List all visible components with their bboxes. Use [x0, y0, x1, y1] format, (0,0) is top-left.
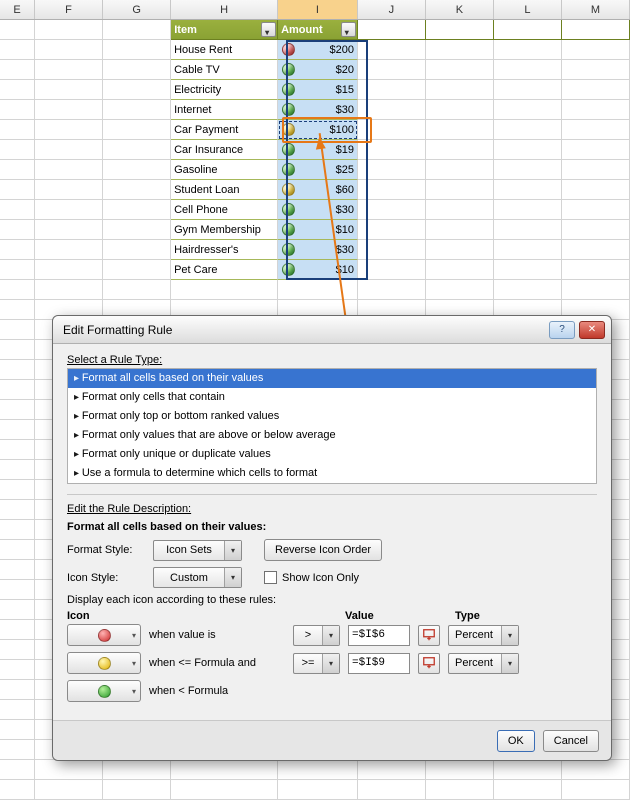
- rule1-icon-dropdown[interactable]: [67, 624, 141, 646]
- rule-type-item[interactable]: Format all cells based on their values: [68, 369, 596, 388]
- cancel-button[interactable]: Cancel: [543, 730, 599, 752]
- rule-type-item[interactable]: Use a formula to determine which cells t…: [68, 464, 596, 483]
- item-cell[interactable]: Hairdresser's: [171, 240, 278, 260]
- filter-dropdown-icon[interactable]: [261, 22, 276, 37]
- icon-style-label: Icon Style:: [67, 572, 147, 584]
- format-style-label: Format Style:: [67, 544, 147, 556]
- amount-cell[interactable]: $100: [278, 120, 358, 140]
- amount-cell[interactable]: $15: [278, 80, 358, 100]
- item-cell[interactable]: Gym Membership: [171, 220, 278, 240]
- rule2-type-dropdown[interactable]: Percent: [448, 653, 519, 674]
- show-icon-only-label: Show Icon Only: [282, 572, 359, 584]
- traffic-light-icon: [282, 143, 295, 156]
- col-g[interactable]: G: [103, 0, 171, 19]
- traffic-light-icon: [282, 163, 295, 176]
- rule-type-list[interactable]: Format all cells based on their values F…: [67, 368, 597, 484]
- rule1-value-input[interactable]: [348, 625, 410, 646]
- item-cell[interactable]: Car Payment: [171, 120, 278, 140]
- amount-cell[interactable]: $30: [278, 100, 358, 120]
- item-cell[interactable]: House Rent: [171, 40, 278, 60]
- item-cell[interactable]: Student Loan: [171, 180, 278, 200]
- traffic-light-icon: [282, 83, 295, 96]
- col-l[interactable]: L: [494, 0, 562, 19]
- rule-type-item[interactable]: Format only cells that contain: [68, 388, 596, 407]
- icon-style-dropdown[interactable]: Custom: [153, 567, 242, 588]
- display-each-icon-label: Display each icon according to these rul…: [67, 594, 597, 606]
- format-all-cells-label: Format all cells based on their values:: [67, 521, 597, 533]
- table-header-item[interactable]: Item: [171, 20, 278, 40]
- edit-rule-description-label: Edit the Rule Description:: [67, 503, 597, 515]
- traffic-light-icon: [282, 223, 295, 236]
- format-style-dropdown[interactable]: Icon Sets: [153, 540, 242, 561]
- reverse-icon-order-button[interactable]: Reverse Icon Order: [264, 539, 382, 561]
- rule2-when-text: when <= Formula and: [149, 657, 285, 669]
- amount-cell[interactable]: $200: [278, 40, 358, 60]
- item-cell[interactable]: Gasoline: [171, 160, 278, 180]
- amount-cell[interactable]: $10: [278, 220, 358, 240]
- rule1-operator-dropdown[interactable]: >: [293, 625, 340, 646]
- item-cell[interactable]: Internet: [171, 100, 278, 120]
- col-h[interactable]: H: [171, 0, 278, 19]
- amount-cell[interactable]: $25: [278, 160, 358, 180]
- traffic-light-icon: [282, 183, 295, 196]
- item-cell[interactable]: Car Insurance: [171, 140, 278, 160]
- traffic-light-icon: [282, 103, 295, 116]
- item-cell[interactable]: Electricity: [171, 80, 278, 100]
- rule2-value-input[interactable]: [348, 653, 410, 674]
- amount-cell[interactable]: $30: [278, 240, 358, 260]
- item-cell[interactable]: Cell Phone: [171, 200, 278, 220]
- traffic-light-icon: [282, 43, 295, 56]
- amount-cell[interactable]: $10: [278, 260, 358, 280]
- rule2-icon-dropdown[interactable]: [67, 652, 141, 674]
- amount-cell[interactable]: $20: [278, 60, 358, 80]
- column-headers: E F G H I J K L M: [0, 0, 630, 20]
- filter-dropdown-icon[interactable]: [341, 22, 356, 37]
- rule-type-item[interactable]: Format only values that are above or bel…: [68, 426, 596, 445]
- traffic-light-icon: [282, 263, 295, 276]
- rule1-when-text: when value is: [149, 629, 285, 641]
- col-value-header: Value: [345, 610, 455, 622]
- amount-cell[interactable]: $60: [278, 180, 358, 200]
- traffic-light-icon: [282, 63, 295, 76]
- rule2-operator-dropdown[interactable]: >=: [293, 653, 340, 674]
- col-k[interactable]: K: [426, 0, 494, 19]
- rule-type-item[interactable]: Format only top or bottom ranked values: [68, 407, 596, 426]
- close-button[interactable]: ✕: [579, 321, 605, 339]
- col-j[interactable]: J: [358, 0, 426, 19]
- help-button[interactable]: ?: [549, 321, 575, 339]
- traffic-light-icon: [282, 243, 295, 256]
- col-f[interactable]: F: [35, 0, 103, 19]
- edit-formatting-rule-dialog: Edit Formatting Rule ? ✕ Select a Rule T…: [52, 315, 612, 761]
- rule1-type-dropdown[interactable]: Percent: [448, 625, 519, 646]
- rule3-icon-dropdown[interactable]: [67, 680, 141, 702]
- dialog-title: Edit Formatting Rule: [63, 323, 545, 337]
- amount-cell[interactable]: $19: [278, 140, 358, 160]
- table-header-amount[interactable]: Amount: [278, 20, 358, 40]
- rule-type-item[interactable]: Format only unique or duplicate values: [68, 445, 596, 464]
- rule1-ref-button[interactable]: [418, 625, 440, 646]
- rule3-when-text: when < Formula: [149, 685, 285, 697]
- ok-button[interactable]: OK: [497, 730, 535, 752]
- traffic-light-icon: [282, 203, 295, 216]
- item-cell[interactable]: Cable TV: [171, 60, 278, 80]
- item-cell[interactable]: Pet Care: [171, 260, 278, 280]
- traffic-light-icon: [282, 123, 295, 136]
- col-e[interactable]: E: [0, 0, 35, 19]
- rule2-ref-button[interactable]: [418, 653, 440, 674]
- col-i[interactable]: I: [278, 0, 358, 19]
- select-rule-type-label: Select a Rule Type:: [67, 354, 597, 366]
- col-icon-header: Icon: [67, 610, 155, 622]
- show-icon-only-checkbox[interactable]: Show Icon Only: [264, 571, 359, 584]
- amount-cell[interactable]: $30: [278, 200, 358, 220]
- col-m[interactable]: M: [562, 0, 630, 19]
- col-type-header: Type: [455, 610, 515, 622]
